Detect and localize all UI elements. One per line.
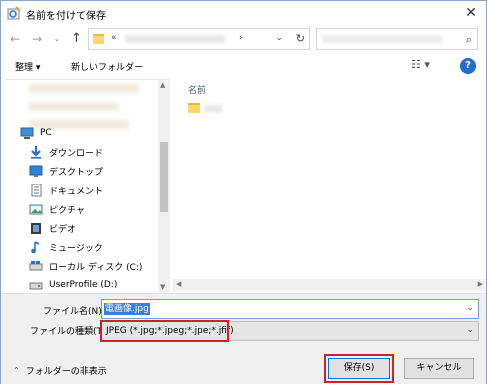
scroll-left-icon[interactable]: ◀ <box>176 280 181 288</box>
desktop-icon <box>29 165 43 178</box>
blurred-folder-name <box>204 104 222 112</box>
new-folder-button[interactable]: 新しいフォルダー <box>71 60 143 73</box>
sidebar-item-pictures[interactable]: ピクチャ <box>29 200 85 218</box>
filetype-label: ファイルの種類(T): <box>30 327 109 337</box>
breadcrumb-path[interactable] <box>125 35 225 43</box>
command-toolbar: 整理 ▾ 新しいフォルダー ☷ ▾ ? <box>1 55 486 77</box>
save-form-area: ファイル名(N): 電画像.jpg ⌄ ファイルの種類(T): JPEG (*.… <box>1 293 486 384</box>
breadcrumb-overflow-icon[interactable]: « <box>111 33 117 43</box>
navigation-bar: ← → ⌄ ↑ « › ⌄ ↻ ⌕ <box>1 25 486 53</box>
folder-icon <box>93 34 104 44</box>
organize-button[interactable]: 整理 ▾ <box>15 60 40 73</box>
hide-folders-toggle[interactable]: ⌃ フォルダーの非表示 <box>13 364 107 377</box>
documents-icon <box>29 183 43 197</box>
download-icon <box>29 145 43 159</box>
save-as-dialog: 名前を付けて保存 ✕ ← → ⌄ ↑ « › ⌄ ↻ ⌕ 整理 ▾ 新しいフォル… <box>0 0 487 384</box>
list-item[interactable] <box>188 103 222 113</box>
chevron-down-icon[interactable]: ⌄ <box>466 325 474 335</box>
sidebar-item-documents[interactable]: ドキュメント <box>29 181 103 199</box>
drive-icon <box>29 260 43 273</box>
sidebar-item-desktop[interactable]: デスクトップ <box>29 162 103 180</box>
back-arrow-icon[interactable]: ← <box>10 32 20 46</box>
navigation-pane: PC ダウンロード デスクトップ ドキュメント ピクチャ ビデオ ミュージック … <box>5 79 170 292</box>
forward-arrow-icon[interactable]: → <box>32 32 42 46</box>
cancel-button[interactable]: キャンセル <box>404 358 474 379</box>
sidebar-item-videos[interactable]: ビデオ <box>29 219 76 237</box>
sidebar-item-label: ピクチャ <box>49 205 85 216</box>
app-icon <box>7 6 21 20</box>
search-icon: ⌕ <box>465 33 472 46</box>
help-icon[interactable]: ? <box>460 58 476 74</box>
address-bar[interactable]: « › ⌄ ↻ <box>88 28 310 50</box>
address-dropdown-icon[interactable]: ⌄ <box>275 33 283 43</box>
drive-icon <box>29 279 43 292</box>
sidebar-item-userprofile-d[interactable]: UserProfile (D:) <box>29 276 117 292</box>
scroll-right-icon[interactable]: ▶ <box>478 280 483 288</box>
close-button[interactable]: ✕ <box>462 4 480 22</box>
folder-icon <box>188 103 200 113</box>
pc-icon <box>20 127 34 140</box>
breadcrumb-separator-icon[interactable]: › <box>239 33 243 43</box>
music-icon <box>29 240 43 254</box>
sidebar-item-label: ドキュメント <box>49 186 104 197</box>
sidebar-item-local-disk-c[interactable]: ローカル ディスク (C:) <box>29 257 142 275</box>
blurred-quick-access-item[interactable] <box>29 102 119 111</box>
chevron-up-icon: ⌃ <box>13 366 20 375</box>
view-options-icon[interactable]: ☷ ▾ <box>411 58 430 71</box>
close-icon: ✕ <box>465 5 477 21</box>
scroll-up-icon[interactable]: ▲ <box>160 81 165 89</box>
sidebar-item-music[interactable]: ミュージック <box>29 238 103 256</box>
sidebar-item-label: PC <box>40 128 52 138</box>
save-highlight-box <box>324 354 394 383</box>
title-bar: 名前を付けて保存 ✕ <box>1 1 486 25</box>
refresh-icon[interactable]: ↻ <box>296 32 305 45</box>
blurred-quick-access-item[interactable] <box>29 84 139 93</box>
sidebar-item-label: ローカル ディスク (C:) <box>49 262 143 273</box>
recent-locations-icon[interactable]: ⌄ <box>54 35 60 43</box>
scroll-down-icon[interactable]: ▼ <box>160 283 165 291</box>
sidebar-item-label: ビデオ <box>49 224 77 235</box>
file-pane-horizontal-scrollbar[interactable]: ◀ ▶ <box>173 279 486 291</box>
sidebar-item-label: ダウンロード <box>49 148 104 159</box>
chevron-down-icon[interactable]: ⌄ <box>466 303 474 313</box>
scrollbar-thumb[interactable] <box>160 142 168 212</box>
sidebar-item-label: UserProfile (D:) <box>49 280 118 290</box>
sidebar-item-pc[interactable]: PC <box>20 124 52 142</box>
file-list-pane: 名前 ◀ ▶ <box>173 79 486 291</box>
window-title: 名前を付けて保存 <box>26 11 106 22</box>
sidebar-item-downloads[interactable]: ダウンロード <box>29 143 103 161</box>
filename-input[interactable]: 電画像.jpg ⌄ <box>101 299 479 319</box>
hide-folders-label: フォルダーの非表示 <box>25 367 107 377</box>
pictures-icon <box>29 203 43 216</box>
column-header-name[interactable]: 名前 <box>188 83 206 96</box>
up-arrow-icon[interactable]: ↑ <box>71 31 82 46</box>
sidebar-item-label: デスクトップ <box>49 167 104 178</box>
videos-icon <box>29 222 43 235</box>
sidebar-item-label: ミュージック <box>49 243 103 254</box>
filename-value[interactable]: 電画像.jpg <box>104 303 150 315</box>
search-placeholder <box>322 35 442 43</box>
filetype-highlight-box <box>100 320 229 342</box>
navigation-pane-scrollbar[interactable]: ▲ ▼ <box>158 80 170 292</box>
search-input[interactable]: ⌕ <box>316 28 478 50</box>
filename-label: ファイル名(N): <box>43 307 105 317</box>
